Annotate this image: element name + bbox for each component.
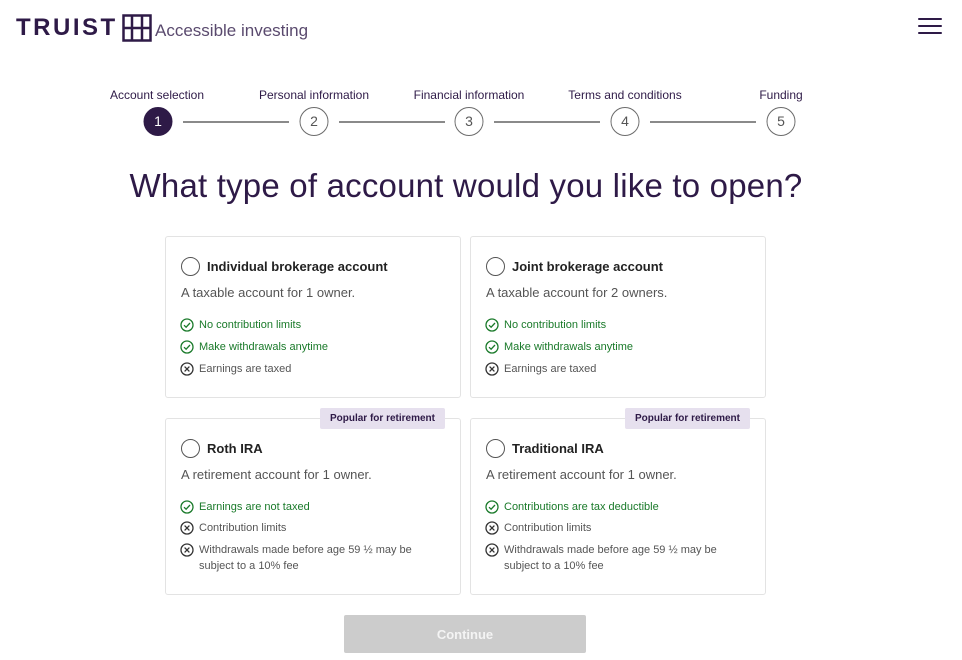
account-option-title: Individual brokerage account: [207, 258, 388, 274]
continue-button[interactable]: Continue: [344, 615, 586, 653]
feature-item: Withdrawals made before age 59 ½ may be …: [485, 542, 717, 574]
step-label-terms-and-conditions: Terms and conditions: [568, 88, 682, 102]
feature-text: No contribution limits: [199, 319, 302, 331]
account-selection-page: TRUIST Accessible investing Account sele…: [0, 0, 962, 660]
feature-item: Withdrawals made before age 59 ½ may be …: [180, 542, 412, 574]
popular-badge: Popular for retirement: [624, 408, 750, 429]
header-tagline: Accessible investing: [155, 21, 309, 40]
truist-logo-icon: [121, 14, 152, 42]
feature-item: Make withdrawals anytime: [485, 339, 633, 355]
step-label-funding: Funding: [759, 88, 803, 102]
check-circle-icon: [485, 500, 499, 514]
step-connector: [339, 121, 445, 123]
feature-item: Contribution limits: [485, 520, 591, 536]
feature-text: Earnings are taxed: [504, 363, 597, 375]
popular-badge: Popular for retirement: [319, 408, 445, 429]
feature-text: Make withdrawals anytime: [199, 341, 328, 353]
feature-item: Earnings are taxed: [180, 361, 291, 377]
account-option-description: A taxable account for 1 owner.: [181, 285, 356, 300]
account-option-roth-ira[interactable]: Popular for retirement Roth IRA A retire…: [165, 408, 461, 595]
feature-text-line-1: Withdrawals made before age 59 ½ may be: [504, 544, 717, 556]
feature-text-line-1: Withdrawals made before age 59 ½ may be: [199, 544, 412, 556]
feature-item: Earnings are taxed: [485, 361, 596, 377]
feature-text: Contributions are tax deductible: [504, 501, 659, 513]
account-option-title: Traditional IRA: [512, 440, 604, 456]
account-option-title: Roth IRA: [207, 440, 263, 456]
truist-logo[interactable]: TRUIST: [16, 14, 152, 42]
step-circle-3: 3: [454, 107, 484, 136]
check-circle-icon: [485, 318, 499, 332]
x-circle-icon: [485, 521, 499, 535]
x-circle-icon: [180, 362, 194, 376]
step-connector: [183, 121, 289, 123]
radio-button-individual-brokerage[interactable]: [181, 257, 200, 276]
check-circle-icon: [485, 340, 499, 354]
feature-item: Contributions are tax deductible: [485, 499, 659, 515]
feature-item: Make withdrawals anytime: [180, 339, 328, 355]
step-connector: [650, 121, 756, 123]
step-label-account-selection: Account selection: [109, 88, 205, 102]
feature-text-line-2: subject to a 10% fee: [199, 560, 299, 572]
step-connector: [494, 121, 600, 123]
feature-text: Make withdrawals anytime: [504, 341, 633, 353]
feature-text: Withdrawals made before age 59 ½ may be …: [199, 542, 412, 574]
feature-item: Earnings are not taxed: [180, 499, 310, 515]
step-label-personal-information: Personal information: [258, 88, 370, 102]
step-circle-5: 5: [766, 107, 796, 136]
x-circle-icon: [485, 543, 499, 557]
account-option-joint-brokerage[interactable]: Joint brokerage account A taxable accoun…: [470, 236, 766, 398]
account-option-description: A retirement account for 1 owner.: [486, 467, 677, 482]
check-circle-icon: [180, 500, 194, 514]
step-circle-1: 1: [143, 107, 173, 136]
feature-text-line-2: subject to a 10% fee: [504, 560, 604, 572]
feature-item: No contribution limits: [180, 317, 301, 333]
step-circle-4: 4: [610, 107, 640, 136]
account-option-description: A retirement account for 1 owner.: [181, 467, 372, 482]
feature-item: Contribution limits: [180, 520, 286, 536]
radio-button-roth-ira[interactable]: [181, 439, 200, 458]
x-circle-icon: [180, 521, 194, 535]
feature-item: No contribution limits: [485, 317, 606, 333]
feature-text: Contribution limits: [199, 522, 287, 534]
account-option-individual-brokerage[interactable]: Individual brokerage account A taxable a…: [165, 236, 461, 398]
feature-text: No contribution limits: [504, 319, 607, 331]
step-circle-2: 2: [299, 107, 329, 136]
account-option-description: A taxable account for 2 owners.: [486, 285, 668, 300]
feature-text: Earnings are not taxed: [199, 501, 310, 513]
account-option-traditional-ira[interactable]: Popular for retirement Traditional IRA A…: [470, 408, 766, 595]
feature-text: Withdrawals made before age 59 ½ may be …: [504, 542, 717, 574]
check-circle-icon: [180, 340, 194, 354]
page-title: What type of account would you like to o…: [129, 167, 803, 204]
step-label-financial-information: Financial information: [413, 88, 525, 102]
account-option-title: Joint brokerage account: [512, 258, 663, 274]
feature-text: Contribution limits: [504, 522, 592, 534]
x-circle-icon: [485, 362, 499, 376]
logo-wordmark: TRUIST: [16, 14, 118, 41]
x-circle-icon: [180, 543, 194, 557]
radio-button-traditional-ira[interactable]: [486, 439, 505, 458]
hamburger-menu-icon[interactable]: [918, 18, 942, 38]
check-circle-icon: [180, 318, 194, 332]
radio-button-joint-brokerage[interactable]: [486, 257, 505, 276]
feature-text: Earnings are taxed: [199, 363, 292, 375]
